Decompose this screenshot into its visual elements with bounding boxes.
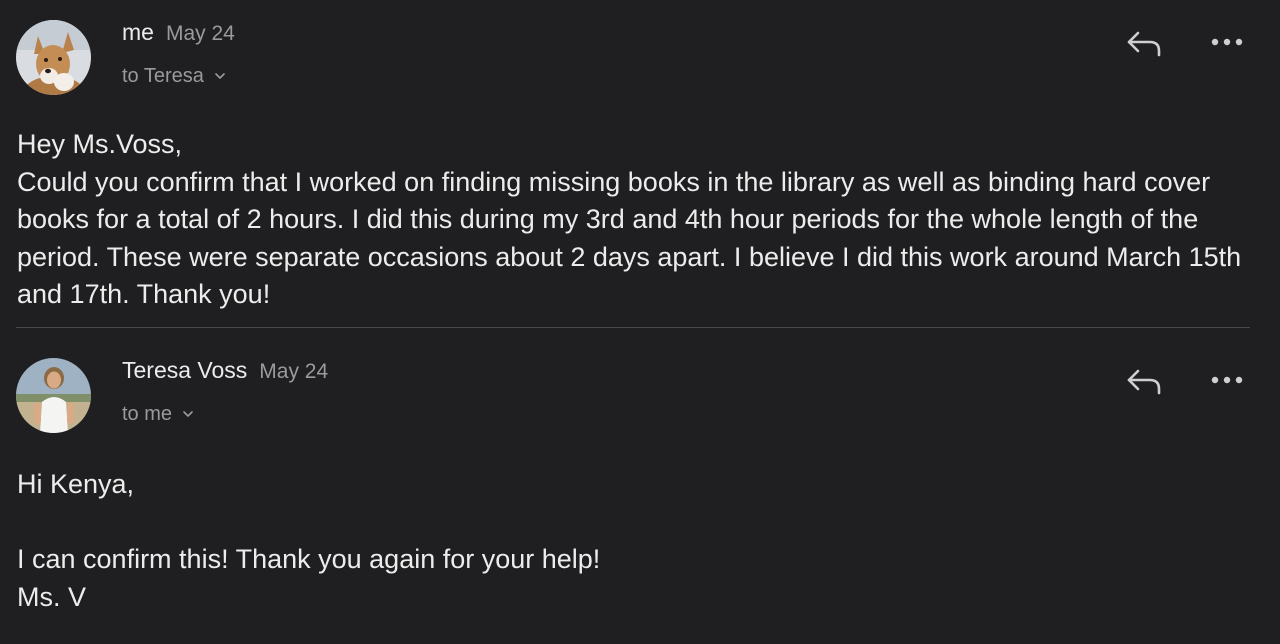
dog-photo-avatar	[16, 20, 91, 95]
recipient-label: to Teresa	[122, 64, 204, 87]
message-body: Hi Kenya, I can confirm this! Thank you …	[17, 469, 601, 612]
message-body: Hey Ms.Voss, Could you confirm that I wo…	[17, 129, 1242, 309]
recipient-details-toggle[interactable]: to Teresa	[122, 62, 226, 90]
sender-avatar[interactable]	[16, 358, 91, 433]
more-horizontal-icon	[1211, 38, 1243, 46]
sender-name: me	[122, 19, 154, 45]
sender-header: Teresa Voss May 24	[122, 357, 328, 387]
message-date: May 24	[259, 360, 329, 383]
reply-button[interactable]	[1124, 364, 1164, 398]
sender-header: me May 24	[122, 19, 235, 49]
reply-arrow-icon	[1127, 31, 1161, 57]
recipient-details-toggle[interactable]: to me	[122, 400, 194, 428]
sender-name: Teresa Voss	[122, 357, 248, 383]
more-options-button[interactable]	[1208, 368, 1246, 392]
chevron-down-icon	[183, 411, 193, 417]
sender-avatar[interactable]	[16, 20, 91, 95]
message-date: May 24	[165, 22, 235, 45]
recipient-label: to me	[122, 402, 173, 425]
person-photo-avatar	[16, 358, 91, 433]
chevron-down-icon	[215, 73, 225, 79]
reply-button[interactable]	[1124, 26, 1164, 60]
more-horizontal-icon	[1211, 376, 1243, 384]
more-options-button[interactable]	[1208, 30, 1246, 54]
reply-arrow-icon	[1127, 369, 1161, 395]
message-card: me May 24 to Teresa Hey Ms.Voss, Could y…	[0, 0, 1280, 328]
email-thread: me May 24 to Teresa Hey Ms.Voss, Could y…	[0, 0, 1280, 644]
message-card: Teresa Voss May 24 to me Hi Kenya, I can…	[0, 338, 1280, 644]
message-divider	[16, 327, 1250, 328]
